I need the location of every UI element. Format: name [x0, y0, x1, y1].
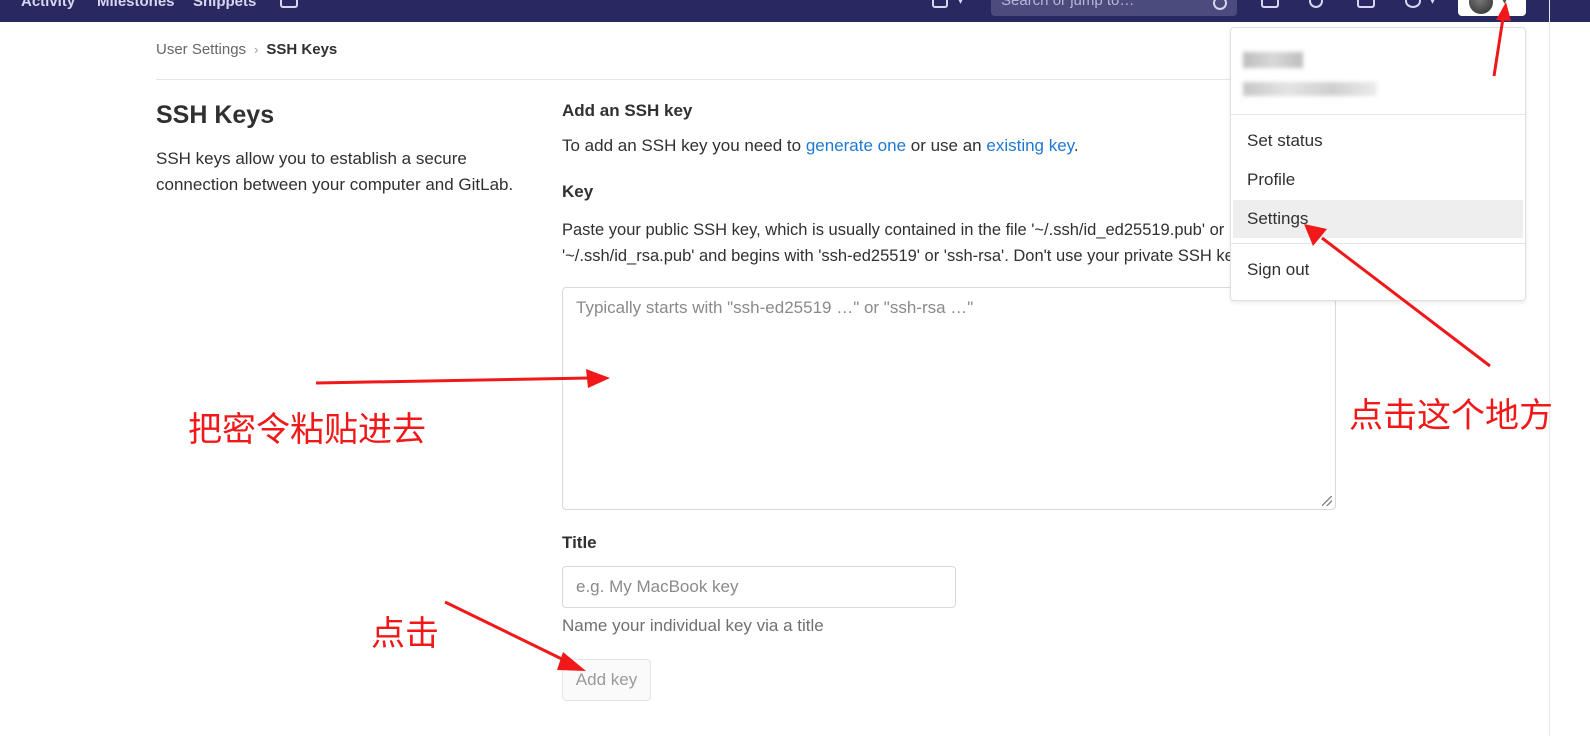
breadcrumb-ssh-keys[interactable]: SSH Keys [266, 41, 337, 58]
menu-divider [1231, 114, 1525, 115]
breadcrumb-user-settings[interactable]: User Settings [156, 41, 246, 58]
divider [156, 79, 1256, 80]
chevron-right-icon: › [254, 42, 259, 57]
form-heading: Add an SSH key [562, 101, 693, 120]
title-help-text: Name your individual key via a title [562, 616, 824, 635]
breadcrumb: User Settings › SSH Keys [156, 41, 337, 58]
menu-item-settings[interactable]: Settings [1233, 200, 1523, 238]
resize-handle-icon[interactable] [1322, 496, 1332, 506]
nav-activity-link[interactable]: Activity [21, 0, 75, 10]
search-placeholder: Search or jump to… [1001, 0, 1135, 9]
generate-one-link[interactable]: generate one [806, 136, 906, 155]
menu-item-profile[interactable]: Profile [1233, 161, 1523, 199]
key-help-line-2: '~/.ssh/id_rsa.pub' and begins with 'ssh… [562, 247, 1242, 265]
search-input[interactable]: Search or jump to… [991, 0, 1237, 16]
key-label: Key [562, 182, 594, 201]
key-help-text: Paste your public SSH key, which is usua… [562, 217, 1242, 269]
blurred-user-handle [1243, 82, 1377, 96]
arrow-to-add-key [444, 600, 569, 664]
add-key-button[interactable]: Add key [562, 659, 651, 701]
key-textarea[interactable] [562, 287, 1336, 510]
top-navbar: Activity Milestones Snippets ▾ Search or… [0, 0, 1590, 22]
todos-icon[interactable] [1357, 0, 1375, 8]
annotation-paste-hint: 把密令粘贴进去 [188, 410, 426, 450]
intro-middle: or use an [906, 136, 987, 155]
arrow-to-textarea [315, 376, 591, 385]
user-menu-button[interactable]: ▾ [1458, 0, 1526, 16]
intro-suffix: . [1073, 136, 1079, 155]
user-dropdown-menu: Set status Profile Settings Sign out [1230, 27, 1526, 301]
key-help-line-1: Paste your public SSH key, which is usua… [562, 221, 1225, 239]
intro-prefix: To add an SSH key you need to [562, 136, 806, 155]
menu-divider [1231, 243, 1525, 244]
help-chevron-icon[interactable]: ▾ [1430, 0, 1435, 7]
avatar[interactable] [1469, 0, 1493, 14]
blurred-user-name [1243, 52, 1303, 68]
form-intro: To add an SSH key you need to generate o… [562, 136, 1079, 156]
activity-icon[interactable] [280, 0, 298, 8]
nav-milestones-link[interactable]: Milestones [97, 0, 175, 10]
chevron-down-icon[interactable]: ▾ [958, 0, 963, 7]
issues-icon[interactable] [1261, 0, 1279, 8]
page-description: SSH keys allow you to establish a secure… [156, 149, 514, 194]
page-title: SSH Keys [156, 101, 275, 129]
annotation-click-here: 点击这个地方 [1349, 396, 1553, 436]
search-icon [1213, 0, 1227, 10]
merge-request-icon[interactable] [1309, 0, 1323, 8]
menu-item-sign-out[interactable]: Sign out [1233, 251, 1523, 289]
nav-snippets-link[interactable]: Snippets [193, 0, 256, 10]
help-icon[interactable] [1405, 0, 1421, 8]
annotation-click: 点击 [371, 614, 439, 654]
existing-key-link[interactable]: existing key [986, 136, 1074, 155]
menu-item-set-status[interactable]: Set status [1233, 122, 1523, 160]
new-item-icon[interactable] [932, 0, 948, 8]
title-input[interactable] [562, 566, 956, 608]
title-label: Title [562, 533, 597, 552]
scrollbar[interactable] [1549, 0, 1550, 736]
chevron-down-icon: ▾ [1502, 0, 1508, 7]
